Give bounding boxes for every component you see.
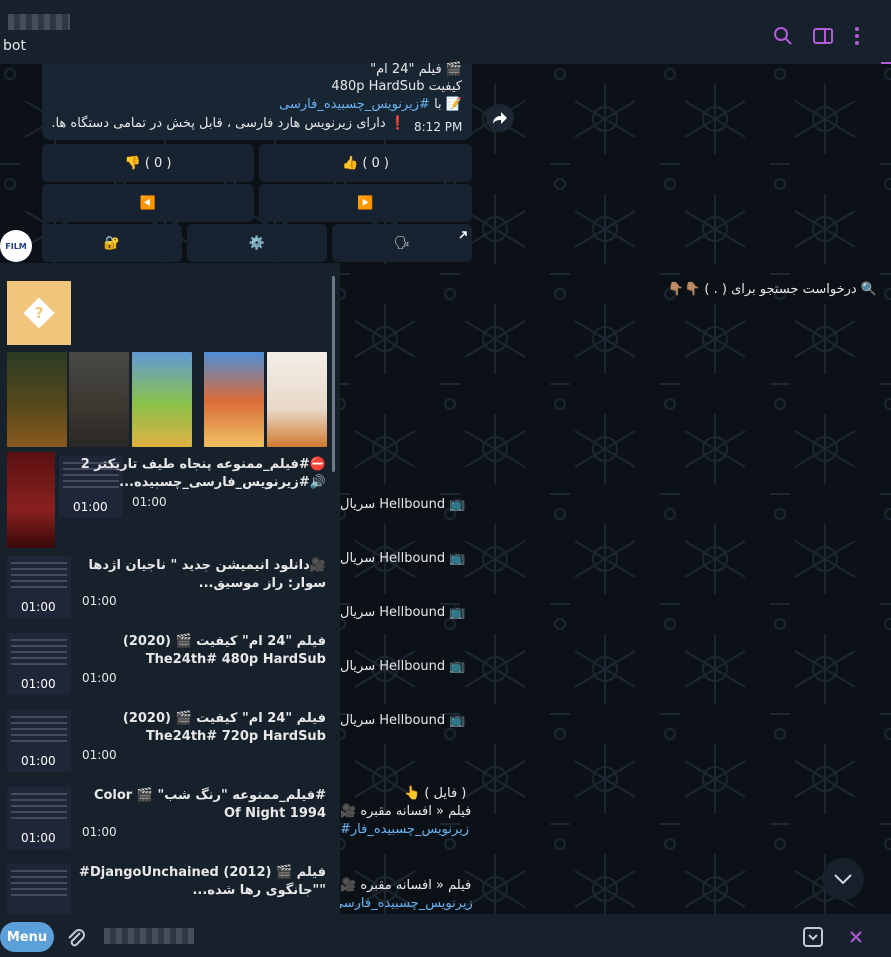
chat-header: bot (0, 0, 891, 64)
request-thumbnail[interactable]: ? (7, 281, 71, 345)
expand-icon (459, 231, 467, 239)
video-thumbnail: 01:00 (7, 710, 71, 772)
inline-result-row[interactable]: 01:00 ⛔️#فیلم_ممنوعه پنجاه طیف تاریکتر 2… (0, 452, 332, 548)
inline-result-row[interactable]: 01:00 🎥دانلود انیمیشن جدید " ناجیان اژده… (0, 556, 332, 626)
attach-icon[interactable] (66, 927, 86, 949)
inline-result-row[interactable]: فیلم 🎬 (2012) DjangoUnchained# ""جانگوی … (0, 864, 332, 914)
video-duration: 01:00 (73, 500, 108, 514)
video-duration: 01:00 (21, 754, 56, 768)
prev-page-button[interactable]: ◀️ (42, 184, 254, 222)
inline-result-row[interactable]: 01:00 فیلم "24 ام" کیفیت 🎬 (2020) The24t… (0, 633, 332, 703)
video-thumbnail (7, 864, 71, 914)
request-title[interactable]: 🔍 درخواست جستجو برای ( . ) 👇🏽👇🏽 (668, 282, 877, 297)
next-page-button[interactable]: ▶️ (259, 184, 472, 222)
inline-result-row[interactable]: 01:00 فیلم "24 ام" کیفیت 🎬 (2020) The24t… (0, 710, 332, 780)
poster-thumbnail[interactable] (204, 352, 264, 447)
settings-button[interactable]: ⚙️ (187, 224, 327, 262)
bot-keyboard-icon[interactable] (802, 926, 824, 948)
sidebar-toggle-icon[interactable] (812, 25, 834, 47)
side-message: سریال Hellbound 📺 (340, 551, 466, 566)
message-line: 🎬 فیلم "24 ام" (370, 62, 462, 77)
poster-thumbnail[interactable] (132, 352, 192, 447)
lock-button[interactable]: 🔐 (42, 224, 182, 262)
side-message: سریال Hellbound 📺 (340, 713, 466, 728)
more-options-icon[interactable] (846, 25, 868, 47)
like-button[interactable]: 👍 ( 0 ) (259, 144, 472, 182)
side-message: سریال Hellbound 📺 (340, 605, 466, 620)
hashtag-link[interactable]: #زیرنویس_چسبیده_فارسی (279, 97, 430, 112)
chevron-down-icon (834, 874, 852, 884)
result-title: فیلم 🎬 (2012) DjangoUnchained# ""جانگوی … (79, 865, 326, 898)
side-message: سریال Hellbound 📺 (340, 497, 466, 512)
side-message: 🎥 فیلم « افسانه مقبره (340, 878, 472, 893)
result-time: 01:00 (82, 594, 117, 608)
video-duration: 01:00 (21, 831, 56, 845)
chat-title-redacted[interactable] (8, 14, 70, 30)
side-hashtag[interactable]: #زیرنویس_چسبیده_فارسی (322, 896, 473, 911)
inline-result-row[interactable]: 01:00 #فیلم_ممنوعه "رنگ شب" 🎬 Color Of N… (0, 787, 332, 857)
poster-thumbnail[interactable] (7, 352, 67, 447)
video-duration: 01:00 (21, 677, 56, 691)
result-title: فیلم "24 ام" کیفیت 🎬 (2020) The24th# 480… (122, 634, 326, 667)
message-bubble: 🎬 فیلم "24 ام" کیفیت 480p HardSub 📝 با #… (42, 62, 472, 140)
panel-scrollbar[interactable] (332, 276, 335, 472)
side-message: 🎥 فیلم « افسانه مقبره (340, 804, 472, 819)
result-time: 01:00 (82, 825, 117, 839)
search-icon[interactable] (772, 25, 794, 47)
result-title: 🎥دانلود انیمیشن جدید " ناجیان اژدها سوار… (88, 558, 326, 591)
result-title: #فیلم_ممنوعه "رنگ شب" 🎬 Color Of Night 1… (93, 788, 326, 821)
close-icon[interactable] (849, 930, 863, 944)
side-hashtag[interactable]: #زیرنویس_چسبیده_فار (340, 822, 469, 837)
message-line: 📝 با #زیرنویس_چسبیده_فارسی (279, 97, 462, 112)
side-message: 👆 ( فایل ) (404, 786, 467, 801)
video-duration: 01:00 (21, 600, 56, 614)
scroll-down-button[interactable] (822, 858, 864, 900)
message-line: کیفیت 480p HardSub (331, 79, 462, 94)
menu-button[interactable]: Menu (0, 922, 54, 952)
result-title: فیلم "24 ام" کیفیت 🎬 (2020) The24th# 720… (122, 711, 326, 744)
question-icon: ? (23, 297, 55, 329)
chat-subtitle: bot (3, 38, 26, 54)
result-time: 01:00 (132, 495, 167, 509)
result-time: 01:00 (82, 748, 117, 762)
video-thumbnail: 01:00 (7, 787, 71, 849)
result-time: 01:00 (82, 671, 117, 685)
message-line: ❗️ دارای زیرنویس هارد فارسی ، قابل پخش د… (51, 116, 406, 131)
forward-button[interactable] (486, 104, 514, 132)
message-input-redacted[interactable] (104, 928, 194, 944)
poster-thumbnail[interactable] (267, 352, 327, 447)
poster-thumbnail[interactable] (69, 352, 129, 447)
forward-icon (493, 112, 507, 124)
poster-thumbnail (7, 452, 55, 548)
speech-button[interactable]: 🗣 (332, 224, 472, 262)
result-title: ⛔️#فیلم_ممنوعه پنجاه طیف تاریکتر 2 🔊#زیر… (80, 457, 326, 490)
video-thumbnail: 01:00 (7, 556, 71, 618)
message-time: 8:12 PM (414, 120, 463, 134)
bot-avatar[interactable]: FILM (0, 230, 32, 262)
side-message: سریال Hellbound 📺 (340, 659, 466, 674)
dislike-button[interactable]: 👎 ( 0 ) (42, 144, 254, 182)
video-thumbnail: 01:00 (7, 633, 71, 695)
